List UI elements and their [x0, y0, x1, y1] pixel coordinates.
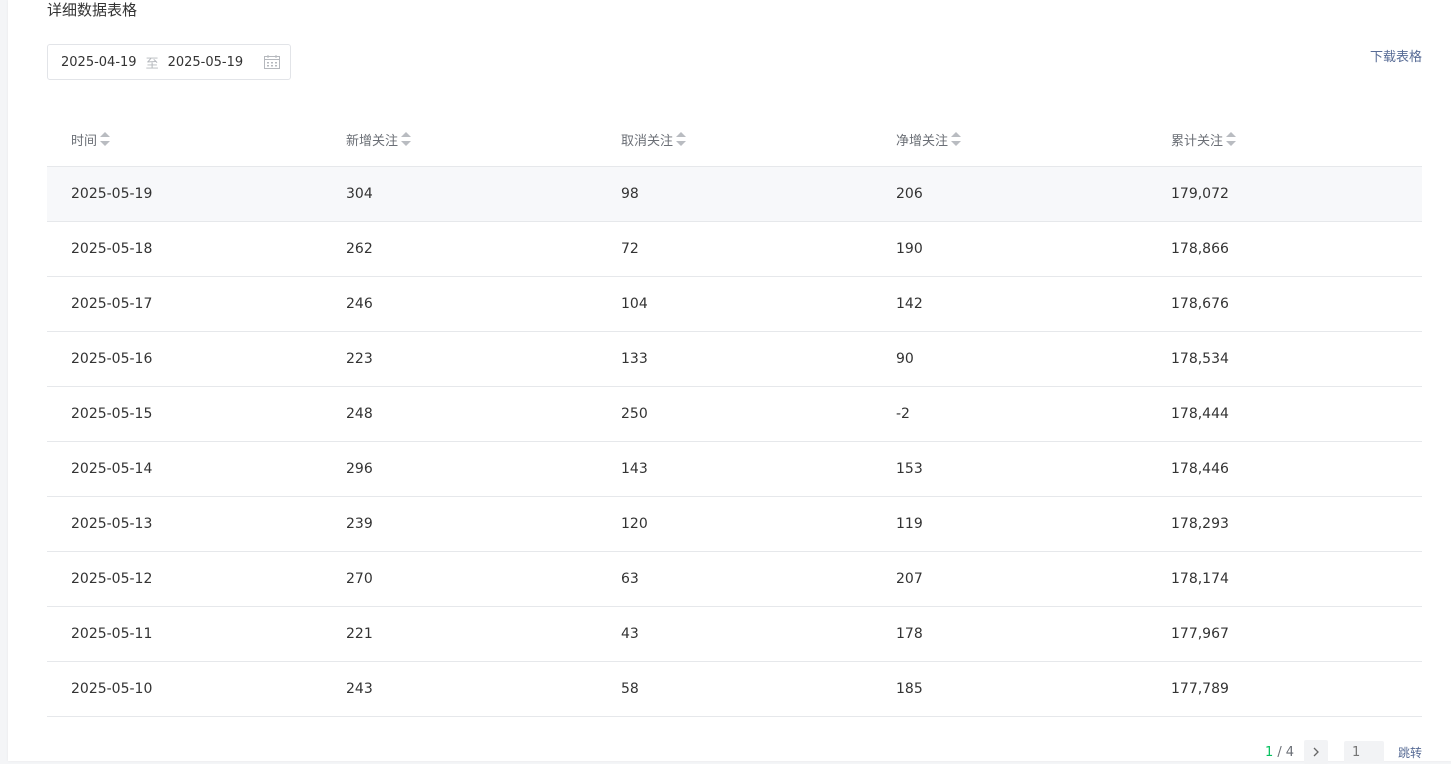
table-header-row: 时间 新增关注 取消关注 净增关注 累计关注 — [47, 112, 1422, 167]
cell-total-follows: 179,072 — [1147, 166, 1422, 222]
cell-total-follows: 177,789 — [1147, 661, 1422, 717]
cell-new-follows: 296 — [322, 441, 597, 497]
cell-total-follows: 178,446 — [1147, 441, 1422, 497]
cell-total-follows: 178,174 — [1147, 551, 1422, 607]
cell-total-follows: 178,534 — [1147, 331, 1422, 387]
table-row: 2025-05-13 239 120 119 178,293 — [47, 496, 1422, 552]
cell-date: 2025-05-12 — [47, 551, 322, 607]
cell-unfollows: 104 — [597, 276, 872, 332]
column-header-time[interactable]: 时间 — [47, 112, 322, 167]
cell-date: 2025-05-18 — [47, 221, 322, 277]
cell-new-follows: 223 — [322, 331, 597, 387]
cell-date: 2025-05-14 — [47, 441, 322, 497]
sort-icon[interactable] — [676, 132, 687, 146]
column-header-new-follows[interactable]: 新增关注 — [322, 112, 597, 167]
cell-unfollows: 133 — [597, 331, 872, 387]
page-separator: / — [1277, 744, 1282, 760]
date-range-start[interactable]: 2025-04-19 — [61, 55, 137, 70]
cell-unfollows: 98 — [597, 166, 872, 222]
cell-unfollows: 250 — [597, 386, 872, 442]
cell-net-follows: 190 — [872, 221, 1147, 277]
cell-new-follows: 221 — [322, 606, 597, 662]
table-row: 2025-05-14 296 143 153 178,446 — [47, 441, 1422, 497]
column-header-label: 时间 — [71, 133, 98, 149]
cell-total-follows: 178,866 — [1147, 221, 1422, 277]
cell-total-follows: 178,293 — [1147, 496, 1422, 552]
cell-unfollows: 63 — [597, 551, 872, 607]
current-page: 1 — [1265, 744, 1274, 760]
cell-net-follows: 206 — [872, 166, 1147, 222]
table-row: 2025-05-19 304 98 206 179,072 — [47, 166, 1422, 222]
column-header-label: 净增关注 — [896, 133, 949, 149]
column-header-total-follows[interactable]: 累计关注 — [1147, 112, 1422, 167]
cell-date: 2025-05-10 — [47, 661, 322, 717]
date-range-separator: 至 — [145, 56, 159, 72]
next-page-button[interactable] — [1303, 740, 1328, 764]
section-title: 详细数据表格 — [47, 1, 138, 19]
cell-new-follows: 243 — [322, 661, 597, 717]
sort-icon[interactable] — [951, 132, 962, 146]
table-row: 2025-05-18 262 72 190 178,866 — [47, 221, 1422, 277]
cell-new-follows: 248 — [322, 386, 597, 442]
column-header-unfollows[interactable]: 取消关注 — [597, 112, 872, 167]
cell-net-follows: 185 — [872, 661, 1147, 717]
cell-new-follows: 304 — [322, 166, 597, 222]
column-header-label: 累计关注 — [1171, 133, 1224, 149]
cell-date: 2025-05-17 — [47, 276, 322, 332]
cell-net-follows: -2 — [872, 386, 1147, 442]
cell-net-follows: 142 — [872, 276, 1147, 332]
page-number-input[interactable] — [1343, 741, 1384, 763]
sort-icon[interactable] — [401, 132, 412, 146]
table-row: 2025-05-17 246 104 142 178,676 — [47, 276, 1422, 332]
cell-new-follows: 262 — [322, 221, 597, 277]
table-row: 2025-05-16 223 133 90 178,534 — [47, 331, 1422, 387]
cell-new-follows: 270 — [322, 551, 597, 607]
cell-date: 2025-05-19 — [47, 166, 322, 222]
table-row: 2025-05-15 248 250 -2 178,444 — [47, 386, 1422, 442]
column-header-label: 新增关注 — [346, 133, 399, 149]
data-table-card: 详细数据表格 2025-04-19 至 2025-05-19 下载表格 时间 新… — [8, 0, 1451, 764]
pagination: 1 / 4 跳转 — [1265, 740, 1422, 764]
cell-unfollows: 143 — [597, 441, 872, 497]
cell-total-follows: 178,676 — [1147, 276, 1422, 332]
cell-net-follows: 207 — [872, 551, 1147, 607]
cell-net-follows: 90 — [872, 331, 1147, 387]
cell-total-follows: 178,444 — [1147, 386, 1422, 442]
sort-icon[interactable] — [100, 132, 111, 146]
cell-unfollows: 72 — [597, 221, 872, 277]
cell-unfollows: 43 — [597, 606, 872, 662]
sort-icon[interactable] — [1226, 132, 1237, 146]
cell-unfollows: 58 — [597, 661, 872, 717]
cell-net-follows: 119 — [872, 496, 1147, 552]
cell-new-follows: 239 — [322, 496, 597, 552]
column-header-net-follows[interactable]: 净增关注 — [872, 112, 1147, 167]
total-pages: 4 — [1285, 744, 1294, 760]
cell-date: 2025-05-15 — [47, 386, 322, 442]
cell-net-follows: 153 — [872, 441, 1147, 497]
download-table-link[interactable]: 下载表格 — [1370, 46, 1422, 65]
column-header-label: 取消关注 — [621, 133, 674, 149]
calendar-icon[interactable] — [264, 55, 280, 69]
cell-net-follows: 178 — [872, 606, 1147, 662]
table-row: 2025-05-12 270 63 207 178,174 — [47, 551, 1422, 607]
chevron-right-icon — [1313, 747, 1319, 757]
cell-new-follows: 246 — [322, 276, 597, 332]
table-row: 2025-05-10 243 58 185 177,789 — [47, 661, 1422, 717]
cell-total-follows: 177,967 — [1147, 606, 1422, 662]
data-table: 时间 新增关注 取消关注 净增关注 累计关注 2025-05-19 304 98… — [47, 112, 1422, 717]
table-row: 2025-05-11 221 43 178 177,967 — [47, 606, 1422, 662]
jump-button[interactable]: 跳转 — [1398, 744, 1422, 761]
cell-date: 2025-05-11 — [47, 606, 322, 662]
cell-unfollows: 120 — [597, 496, 872, 552]
cell-date: 2025-05-16 — [47, 331, 322, 387]
date-range-end[interactable]: 2025-05-19 — [168, 55, 244, 70]
cell-date: 2025-05-13 — [47, 496, 322, 552]
date-range-picker[interactable]: 2025-04-19 至 2025-05-19 — [47, 44, 291, 80]
